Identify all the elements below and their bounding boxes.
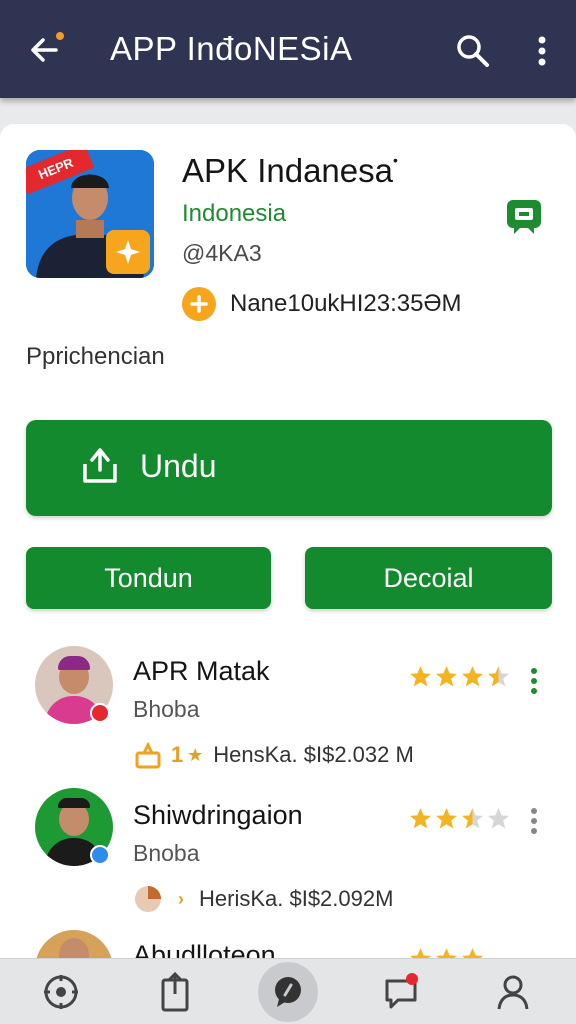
review-meta-text: HensKa. $I$2.032 M [213, 742, 414, 767]
review-meta-badge: 1 [171, 742, 184, 767]
compass-icon [44, 975, 78, 1009]
nav-messages[interactable] [378, 969, 424, 1015]
search-button[interactable] [454, 32, 492, 70]
reviewer-subtitle: Bhoba [133, 696, 200, 722]
download-button[interactable]: Undu [26, 420, 552, 516]
review-item[interactable]: Shiwdringaion Bnoba › HerisKa. $I$2.092M [0, 784, 576, 924]
app-info-row: Nane10ukHI23:35ƏM [182, 286, 462, 322]
reviewer-name: Abudlloteon [133, 940, 276, 958]
avatar [35, 930, 113, 958]
review-item[interactable]: Abudlloteon [0, 928, 576, 958]
arrow-small-icon: › [178, 888, 184, 909]
reaction-icon[interactable] [133, 884, 163, 914]
plus-icon[interactable] [182, 287, 216, 321]
review-item[interactable]: APR Matak Bhoba 1 ★ HensKa. $I$2.032 M [0, 640, 576, 780]
review-meta-text: HerisKa. $I$2.092M [199, 886, 394, 911]
rating-stars [408, 946, 485, 958]
more-menu-button[interactable] [530, 32, 554, 70]
nav-profile[interactable] [490, 969, 536, 1015]
app-info-text: Nane10ukHI23:35ƏM [230, 290, 462, 317]
download-icon [83, 448, 117, 483]
app-icon-badge [106, 230, 150, 274]
wishlist-button[interactable] [502, 194, 546, 238]
star-icon [410, 808, 431, 829]
bottom-navigation [0, 958, 576, 1024]
star-icon [436, 808, 457, 829]
star-icon [410, 666, 431, 687]
star-empty-icon [488, 808, 509, 829]
app-name: APK Indanesa• [182, 152, 398, 190]
reviewer-name: Shiwdringaion [133, 800, 303, 830]
star-icon [436, 666, 457, 687]
more-vertical-icon[interactable] [527, 666, 541, 696]
star-icon [436, 948, 457, 958]
bookmark-icon [507, 200, 541, 234]
star-half-icon [462, 808, 483, 829]
secondary-right-button[interactable]: Decoial [305, 547, 552, 609]
sparkle-icon [116, 240, 140, 264]
notification-dot [56, 32, 64, 40]
verified-badge [90, 703, 110, 723]
nav-chat[interactable] [258, 962, 318, 1022]
upload-icon [161, 972, 189, 1012]
nav-upload[interactable] [152, 969, 198, 1015]
star-icon [410, 948, 431, 958]
nav-explore[interactable] [38, 969, 84, 1015]
user-icon [497, 975, 529, 1010]
more-vertical-icon [538, 36, 546, 66]
reviewer-subtitle: Bnoba [133, 840, 200, 866]
star-half-icon [488, 666, 509, 687]
review-meta: › HerisKa. $I$2.092M [133, 884, 393, 914]
star-icon [462, 666, 483, 687]
app-icon: HEPR [26, 150, 154, 278]
star-small-icon: ★ [187, 744, 204, 765]
review-meta: 1 ★ HensKa. $I$2.032 M [133, 740, 414, 770]
app-bar: APP InđoNESiA [0, 0, 576, 98]
app-bar-title: APP InđoNESiA [110, 30, 353, 67]
back-button[interactable] [22, 28, 66, 72]
app-name-text: APK Indanesa [182, 152, 393, 189]
verified-badge [90, 845, 110, 865]
app-handle: @4KA3 [182, 240, 262, 266]
thumbs-up-icon[interactable] [133, 740, 163, 770]
secondary-left-button[interactable]: Tondun [26, 547, 271, 609]
notification-badge [406, 973, 418, 985]
chat-bubble-icon [275, 977, 301, 1007]
rating-stars [408, 806, 511, 831]
app-name-mark: • [393, 152, 398, 168]
download-button-label: Undu [140, 448, 217, 484]
description-label: Pprichencian [26, 343, 165, 370]
star-icon [462, 948, 483, 958]
search-icon [457, 35, 489, 67]
rating-stars [408, 664, 511, 689]
app-developer[interactable]: Indonesia [182, 200, 286, 228]
reviewer-name: APR Matak [133, 656, 270, 686]
more-vertical-icon[interactable] [527, 806, 541, 836]
